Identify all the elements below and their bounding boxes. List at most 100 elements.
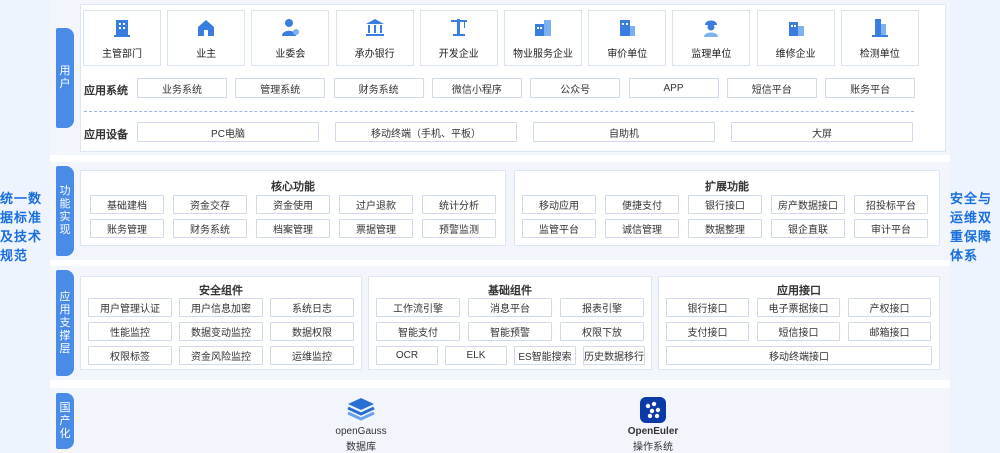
security-component-chip: 资金风险监控 (179, 346, 263, 365)
user-tile: 主管部门 (83, 10, 161, 66)
right-side-column: 安全与运维双重保障体系 (950, 0, 1000, 453)
security-component-chip: 性能监控 (88, 322, 172, 341)
user-tile-label: 检测单位 (859, 49, 900, 60)
worker-icon (700, 16, 722, 45)
user-tile: 开发企业 (419, 10, 498, 66)
system-chip: 财务系统 (333, 78, 424, 98)
basic-component-chip: ELK (445, 346, 507, 365)
user-tile-label: 物业服务企业 (513, 49, 573, 60)
layer-tab-users: 用户 (56, 28, 74, 128)
opengauss-name: openGauss (335, 426, 387, 437)
system-chip: APP (628, 78, 719, 98)
user-tile-label: 承办银行 (354, 49, 395, 60)
openeuler-name: OpenEuler (627, 426, 679, 437)
tower-icon (869, 16, 891, 45)
extended-function-chip: 银行接口 (688, 195, 762, 214)
user-tile: 业委会 (251, 10, 330, 66)
user-tile-label: 业主 (196, 49, 217, 60)
extended-function-chip: 审计平台 (854, 219, 928, 238)
systems-row-label: 应用系统 (84, 85, 128, 97)
crane-icon (448, 16, 470, 45)
system-chip: 短信平台 (726, 78, 817, 98)
core-function-chip: 票据管理 (339, 219, 413, 238)
user-tile: 审价单位 (588, 10, 667, 66)
user-tile-label: 监理单位 (691, 49, 732, 60)
basic-component-chip: 智能预警 (468, 322, 552, 341)
system-chip: 微信小程序 (431, 78, 522, 98)
app-interface-chip: 移动终端接口 (666, 346, 932, 365)
layer-tab-functions: 功能实现 (56, 166, 74, 256)
layer-tab-domestic: 国产化 (56, 393, 74, 449)
user-tile-label: 审价单位 (607, 49, 648, 60)
opengauss-logo-icon (346, 397, 376, 423)
opengauss-caption: 数据库 (346, 442, 376, 453)
device-chip: 大屏 (731, 122, 913, 142)
office-icon (616, 16, 638, 45)
core-function-chip: 预警监测 (422, 219, 496, 238)
app-interface-chip: 邮箱接口 (848, 322, 931, 341)
user-tile: 维修企业 (756, 10, 835, 66)
core-function-chip: 资金交存 (173, 195, 247, 214)
core-function-chip: 基础建档 (90, 195, 164, 214)
app-interface-chip: 短信接口 (757, 322, 840, 341)
right-side-label: 安全与运维双重保障体系 (950, 190, 993, 263)
extended-function-chip: 银企直联 (771, 219, 845, 238)
domestic-band (50, 388, 950, 453)
core-function-chip: 过户退款 (339, 195, 413, 214)
extended-function-chip: 数据整理 (688, 219, 762, 238)
basic-component-chip: 历史数据移行 (583, 346, 645, 365)
basic-component-chip: 智能支付 (376, 322, 460, 341)
security-component-chip: 运维监控 (270, 346, 354, 365)
basic-components-title: 基础组件 (488, 285, 532, 297)
user-tile: 监理单位 (672, 10, 751, 66)
user-tile-label: 维修企业 (775, 49, 816, 60)
app-interface-title: 应用接口 (777, 285, 821, 297)
openeuler-caption: 操作系统 (633, 442, 673, 453)
system-chip: 业务系统 (137, 78, 227, 98)
security-component-chip: 数据变动监控 (179, 322, 263, 341)
security-component-chip: 权限标签 (88, 346, 172, 365)
security-components-title: 安全组件 (199, 285, 243, 297)
user-tile: 承办银行 (335, 10, 414, 66)
security-component-chip: 系统日志 (270, 298, 354, 317)
bank-icon (364, 16, 386, 45)
device-chip: 自助机 (533, 122, 715, 142)
device-chip: 移动终端（手机、平板） (335, 122, 517, 142)
extended-function-chip: 便捷支付 (605, 195, 679, 214)
core-function-chip: 财务系统 (173, 219, 247, 238)
layer-tab-support: 应用支撑层 (56, 270, 74, 376)
openeuler-logo-icon (640, 397, 666, 423)
system-chip: 公众号 (530, 78, 621, 98)
system-chip: 账务平台 (825, 78, 916, 98)
basic-component-chip: OCR (376, 346, 438, 365)
users-divider (84, 111, 914, 112)
core-function-chip: 账务管理 (90, 219, 164, 238)
left-side-label: 统一数据标准及技术规范 (0, 190, 43, 263)
core-function-chip: 资金使用 (256, 195, 330, 214)
security-component-chip: 用户管理认证 (88, 298, 172, 317)
building-icon (111, 16, 133, 45)
extended-function-chip: 监管平台 (522, 219, 596, 238)
user-gear-icon (279, 16, 301, 45)
basic-component-chip: 消息平台 (468, 298, 552, 317)
app-interface-chip: 银行接口 (666, 298, 749, 317)
repair-building-icon (785, 16, 807, 45)
left-side-column: 统一数据标准及技术规范 (0, 0, 50, 453)
basic-component-chip: 权限下放 (560, 322, 644, 341)
user-tile: 检测单位 (840, 10, 919, 66)
user-tile-label: 主管部门 (102, 49, 142, 60)
basic-component-chip: 报表引擎 (560, 298, 644, 317)
app-interface-chip: 电子票据接口 (757, 298, 840, 317)
extended-function-chip: 诚信管理 (605, 219, 679, 238)
extended-function-chip: 招投标平台 (854, 195, 928, 214)
home-icon (195, 16, 217, 45)
extended-functions-title: 扩展功能 (705, 181, 749, 193)
user-tile-label: 开发企业 (438, 49, 479, 60)
user-tile: 物业服务企业 (504, 10, 582, 66)
core-functions-title: 核心功能 (271, 181, 315, 193)
core-function-chip: 档案管理 (256, 219, 330, 238)
system-chip: 管理系统 (235, 78, 326, 98)
device-chip: PC电脑 (137, 122, 319, 142)
app-interface-chip: 支付接口 (666, 322, 749, 341)
core-function-chip: 统计分析 (422, 195, 496, 214)
